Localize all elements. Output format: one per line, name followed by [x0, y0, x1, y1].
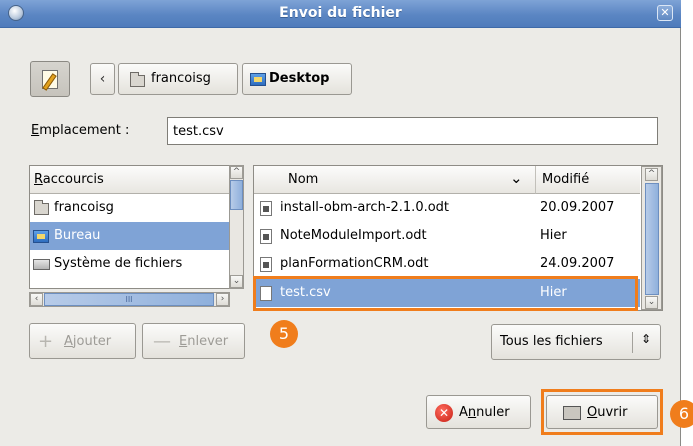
scroll-thumb[interactable]: [230, 180, 243, 210]
desktop-icon: [33, 230, 49, 243]
add-button-label: Ajouter: [64, 334, 112, 349]
cancel-button[interactable]: ✕ Annuler: [426, 395, 531, 429]
title-bar[interactable]: Envoi du fichier ✕: [0, 0, 681, 28]
places-hscrollbar[interactable]: ‹ III ›: [29, 292, 230, 307]
path-button-francoisg[interactable]: francoisg: [118, 63, 238, 95]
file-filter-value: Tous les fichiers: [500, 334, 603, 349]
document-icon: [260, 257, 272, 272]
places-item[interactable]: Système de fichiers: [30, 250, 229, 278]
file-row[interactable]: NoteModuleImport.odt Hier: [254, 222, 640, 250]
add-bookmark-button[interactable]: + Ajouter: [29, 323, 136, 359]
close-icon[interactable]: ✕: [657, 5, 673, 21]
scroll-thumb[interactable]: III: [44, 293, 214, 306]
folder-home-icon: [34, 200, 49, 215]
minus-icon: —: [153, 331, 171, 352]
scroll-up-icon[interactable]: ^: [230, 166, 243, 179]
scroll-down-icon[interactable]: ⌄: [645, 296, 658, 309]
scroll-right-icon[interactable]: ›: [216, 293, 229, 306]
places-panel: Raccourcis francoisg Bureau Système de f…: [29, 165, 230, 289]
document-icon: [260, 229, 272, 244]
scroll-thumb[interactable]: [645, 183, 659, 295]
places-header[interactable]: Raccourcis: [30, 166, 229, 194]
file-row[interactable]: install-obm-arch-2.1.0.odt 20.09.2007: [254, 194, 640, 222]
folder-home-icon: [130, 72, 145, 87]
chevron-left-icon: ‹: [99, 71, 106, 87]
location-label: Emplacement :: [31, 123, 130, 138]
highlight-open-button: [541, 389, 663, 435]
path-label-francoisg: francoisg: [151, 71, 211, 86]
path-button-desktop[interactable]: Desktop: [242, 63, 352, 95]
cancel-button-label: Annuler: [459, 405, 510, 420]
plus-icon: +: [38, 331, 54, 352]
type-location-toggle-button[interactable]: [30, 61, 70, 97]
file-chooser-dialog: Envoi du fichier ✕ ‹ francoisg Desktop E…: [0, 0, 681, 446]
highlight-selected-file: [253, 276, 638, 311]
drive-icon: [33, 259, 50, 270]
cancel-icon: ✕: [435, 404, 453, 422]
places-item-selected[interactable]: Bureau: [30, 222, 229, 250]
edit-location-icon: [42, 70, 58, 89]
callout-step-5: 5: [270, 320, 298, 348]
file-filter-combo[interactable]: Tous les fichiers ⇕: [491, 324, 661, 360]
remove-bookmark-button[interactable]: — Enlever: [142, 323, 245, 359]
desktop-icon: [250, 73, 266, 86]
scroll-down-icon[interactable]: ⌄: [230, 275, 243, 288]
scroll-left-icon[interactable]: ‹: [30, 293, 43, 306]
window-title: Envoi du fichier: [279, 5, 402, 21]
places-item[interactable]: francoisg: [30, 194, 229, 222]
document-icon: [260, 201, 272, 216]
callout-step-6: 6: [670, 400, 693, 428]
sort-arrow-icon: ⌄: [510, 169, 523, 187]
column-header-modified[interactable]: Modifié: [535, 166, 640, 194]
file-row[interactable]: planFormationCRM.odt 24.09.2007: [254, 250, 640, 278]
column-header-name[interactable]: Nom ⌄: [254, 166, 535, 194]
remove-button-label: Enlever: [179, 334, 229, 349]
files-vscrollbar[interactable]: ^ ⌄: [641, 166, 662, 310]
places-vscrollbar[interactable]: ^ ⌄: [229, 165, 244, 289]
scroll-up-icon[interactable]: ^: [645, 168, 658, 181]
combo-arrows-icon: ⇕: [641, 332, 652, 346]
path-back-button[interactable]: ‹: [90, 63, 115, 95]
path-label-desktop: Desktop: [269, 71, 330, 86]
location-input[interactable]: [167, 117, 658, 145]
